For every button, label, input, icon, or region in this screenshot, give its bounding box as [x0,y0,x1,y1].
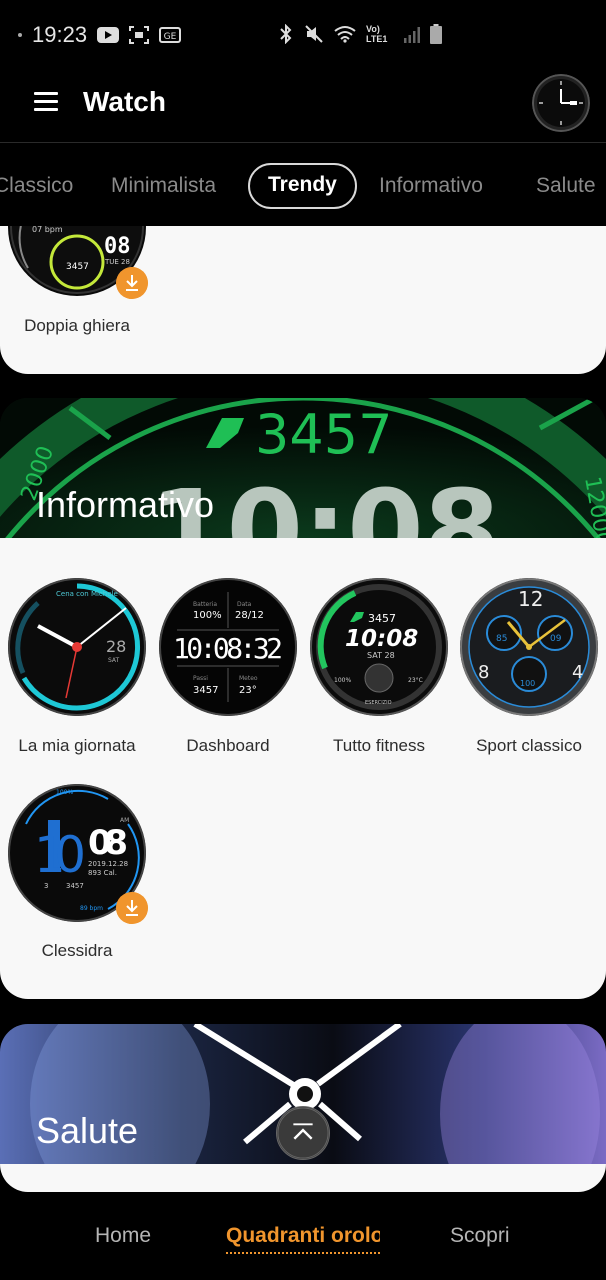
tutto-fitness-face-art: 3457 10:08 SAT 28 100% 23°C ESERCIZIO [310,578,448,716]
face-label-doppia-ghiera: Doppia ghiera [24,316,130,335]
doppia-date: TUE 28 [104,258,130,266]
bottom-nav: Home Quadranti orolog Scopri [0,1200,606,1280]
download-icon[interactable] [116,267,148,299]
tab-minimalista[interactable]: Minimalista [111,165,216,211]
fitness-temp: 23°C [408,677,423,684]
screenshot-icon [129,26,150,44]
doppia-hour: 08 [104,234,131,259]
sport-4: 4 [572,662,583,683]
dash-weather-label: Meteo [239,675,258,682]
section-title-informativo: Informativo [36,484,215,525]
watch-face-sport-classico[interactable]: 12 8 4 85 09 100 [460,578,598,716]
tab-informativo[interactable]: Informativo [379,165,483,211]
clessidra-h1: 10 [34,826,86,884]
sport-12: 12 [518,587,543,611]
status-time: 19:23 [32,22,88,47]
face-label-dashboard: Dashboard [186,736,270,755]
nav-active-indicator [226,1252,380,1254]
app-bar-divider [0,142,606,143]
dash-battery-label: Batteria [193,601,217,608]
battery-icon [430,24,442,44]
status-left: 19:23 GE [18,22,182,48]
fitness-steps: 3457 [368,612,396,625]
tab-trendy[interactable]: Trendy [248,163,357,209]
trendy-card: 07 bpm 08 TUE 28 3457 Doppia ghiera [0,226,606,374]
fitness-time: 10:08 [345,626,418,652]
bluetooth-icon [280,24,292,44]
face-label-tutto-fitness: Tutto fitness [333,736,425,755]
fitness-battery: 100% [334,677,351,684]
watch-face-tutto-fitness[interactable]: 3457 10:08 SAT 28 100% 23°C ESERCIZIO [310,578,448,716]
dash-date-label: Data [237,601,252,608]
dash-temp: 23° [239,685,257,696]
clessidra-steps: 3457 [66,882,84,890]
doppia-steps: 3457 [66,262,89,272]
tab-classico[interactable]: Classico [0,165,73,211]
dash-time: 10:08:32 [173,632,283,665]
menu-icon-line [34,108,58,111]
la-mia-giornata-face-art: Cena con Michele 28 SAT [8,578,146,716]
signal-icon [404,27,420,43]
sport-sub2: 09 [550,634,562,644]
clessidra-ampm: AM [120,817,129,824]
section-title-salute: Salute [36,1110,139,1151]
sport-classico-face-art: 12 8 4 85 09 100 [460,578,598,716]
giornata-caption: Cena con Michele [56,590,118,598]
menu-button[interactable] [34,88,60,114]
status-right: Vo) LTE1 [278,24,442,44]
menu-icon [34,92,58,95]
salute-card [0,1164,606,1192]
nav-quadranti-orologio[interactable]: Quadranti orolog [226,1224,380,1248]
dash-steps-label: Passi [193,675,208,682]
app-bar: Watch [0,72,606,142]
clessidra-date: 2019.12.28 [88,860,128,868]
dash-battery: 100% [193,610,222,621]
page-title: Watch [83,86,166,117]
sport-sub3: 100 [520,679,535,688]
giornata-weekday: SAT [108,657,120,664]
watch-avatar-icon[interactable] [532,74,590,132]
watch-face-la-mia-giornata[interactable]: Cena con Michele 28 SAT [8,578,146,716]
face-label-sport-classico: Sport classico [476,736,582,755]
clessidra-top: 100% [56,789,73,796]
download-icon[interactable] [116,892,148,924]
youtube-icon [97,27,120,43]
sport-8: 8 [478,662,489,683]
fitness-date: SAT 28 [367,651,395,660]
face-label-la-mia-giornata: La mia giornata [18,736,136,755]
informativo-card: Cena con Michele 28 SAT La mia giornata … [0,538,606,999]
notification-dot [18,33,22,37]
clessidra-h2: 08 [88,823,128,863]
svg-text:GE: GE [164,32,177,42]
mute-icon [305,25,323,43]
scroll-to-top-button[interactable] [276,1106,330,1160]
dash-date: 28/12 [235,610,264,621]
banner-steps: 3457 [255,403,392,466]
tab-salute[interactable]: Salute [536,165,596,211]
sport-sub1: 85 [496,634,507,644]
status-bar: 19:23 GE Vo) LTE1 [0,0,606,72]
network-type: Vo) LTE1 [366,24,388,44]
informativo-banner[interactable]: 2000 12000 3457 10:08 Informativo [0,398,606,538]
nav-scopri[interactable]: Scopri [450,1224,510,1248]
clessidra-cal: 893 Cal. [88,869,117,877]
clessidra-notif: 3 [44,882,48,890]
dashboard-face-art: Batteria 100% Data 28/12 10:08:32 Passi … [159,578,297,716]
clessidra-bpm: 89 bpm [80,905,103,912]
menu-icon-line [34,100,58,103]
category-tabs: Classico Minimalista Trendy Informativo … [0,160,606,212]
doppia-bpm: 07 bpm [32,226,63,234]
giornata-day: 28 [106,637,126,656]
wifi-icon [334,26,356,43]
face-label-clessidra: Clessidra [41,941,113,960]
watch-face-dashboard[interactable]: Batteria 100% Data 28/12 10:08:32 Passi … [159,578,297,716]
gallery-icon: GE [159,27,182,43]
fitness-bottom: ESERCIZIO [365,700,392,706]
dash-steps: 3457 [193,685,218,696]
nav-home[interactable]: Home [95,1224,151,1248]
